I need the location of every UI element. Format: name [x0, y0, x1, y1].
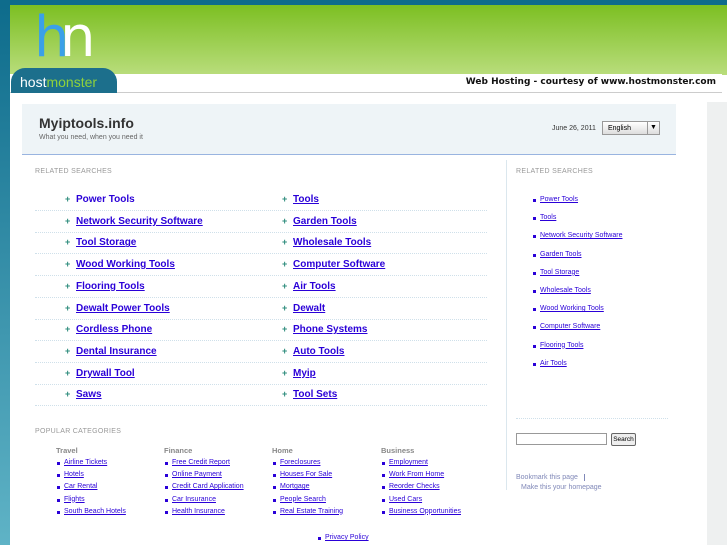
related-link[interactable]: Flooring Tools [65, 281, 145, 292]
related-link[interactable]: Network Security Software [65, 216, 203, 227]
category-link[interactable]: Car Insurance [165, 496, 216, 503]
chevron-down-icon: ▼ [647, 122, 659, 134]
related-searches-label: RELATED SEARCHES [35, 168, 113, 175]
logo-m: n [60, 5, 96, 70]
page: h n Web Hosting - courtesy of www.hostmo… [10, 5, 727, 545]
sidebar-link[interactable]: Air Tools [533, 360, 567, 367]
category-link[interactable]: Car Rental [56, 483, 97, 490]
category-heading: Home [272, 446, 293, 455]
related-link[interactable]: Air Tools [282, 281, 335, 292]
related-link[interactable]: Tools [282, 194, 319, 205]
page-title: Myiptools.info [39, 115, 134, 131]
category-link[interactable]: Free Credit Report [165, 459, 230, 466]
related-link[interactable]: Myip [282, 368, 316, 379]
related-link[interactable]: Tool Storage [65, 237, 136, 248]
sidebar-link[interactable]: Tool Storage [532, 269, 579, 276]
category-heading: Finance [164, 446, 193, 455]
category-link[interactable]: People Search [273, 496, 326, 503]
related-row [35, 385, 487, 407]
related-link[interactable]: Dental Insurance [65, 346, 157, 357]
courtesy-text[interactable]: Web Hosting - courtesy of www.hostmonste… [466, 77, 716, 87]
sidebar-link[interactable]: Flooring Tools [532, 342, 583, 349]
right-strip [707, 102, 727, 545]
category-link[interactable]: Health Insurance [165, 508, 225, 515]
category-heading: Travel [56, 446, 78, 455]
search-input[interactable] [516, 433, 607, 445]
related-link[interactable]: Wood Working Tools [65, 259, 175, 270]
hostmonster-logo[interactable]: hostmonster [11, 68, 117, 93]
sidebar-link[interactable]: Wholesale Tools [533, 287, 591, 294]
category-heading: Business [381, 446, 415, 455]
privacy-policy-link[interactable]: Privacy Policy [318, 534, 369, 541]
sidebar-link[interactable]: Garden Tools [533, 251, 582, 258]
sidebar-link[interactable]: Network Security Software [532, 232, 622, 239]
related-link[interactable]: Dewalt [282, 303, 325, 314]
category-link[interactable]: Hotels [57, 471, 84, 478]
category-link[interactable]: Reorder Checks [382, 483, 440, 490]
related-link[interactable]: Wholesale Tools [282, 237, 371, 248]
homepage-link[interactable]: Make this your homepage [521, 484, 602, 491]
category-link[interactable]: Work From Home [381, 471, 444, 478]
search-button[interactable]: Search [611, 433, 636, 446]
related-link[interactable]: Power Tools [65, 194, 135, 205]
related-link[interactable]: Saws [65, 389, 101, 400]
category-link[interactable]: Business Opportunities [382, 508, 461, 515]
sidebar-link[interactable]: Computer Software [532, 323, 600, 330]
bookmark-link[interactable]: Bookmark this page [516, 474, 585, 481]
category-link[interactable]: Airline Tickets [56, 459, 107, 466]
site-header-panel: Myiptools.info What you need, when you n… [22, 104, 676, 155]
left-background-strip [0, 5, 10, 545]
tagline: What you need, when you need it [39, 134, 143, 141]
category-link[interactable]: Flights [57, 496, 85, 503]
related-link[interactable]: Cordless Phone [65, 324, 152, 335]
category-link[interactable]: Employment [382, 459, 428, 466]
sidebar-separator [516, 418, 668, 419]
related-link[interactable]: Drywall Tool [65, 368, 135, 379]
sidebar-link[interactable]: Tools [532, 214, 556, 221]
related-link[interactable]: Computer Software [282, 259, 385, 270]
category-link[interactable]: Mortgage [273, 483, 310, 490]
date: June 26, 2011 [552, 125, 596, 132]
sidebar-divider [506, 160, 507, 490]
related-link[interactable]: Dewalt Power Tools [65, 303, 170, 314]
category-link[interactable]: Online Payment [165, 471, 222, 478]
category-link[interactable]: Houses For Sale [272, 471, 332, 478]
related-link[interactable]: Tool Sets [282, 389, 337, 400]
related-link[interactable]: Garden Tools [282, 216, 357, 227]
category-link[interactable]: Credit Card Application [165, 483, 244, 490]
category-link[interactable]: Used Cars [381, 496, 422, 503]
category-link[interactable]: Foreclosures [272, 459, 320, 466]
language-select[interactable]: English ▼ [602, 121, 660, 135]
sidebar-label: RELATED SEARCHES [516, 168, 594, 175]
category-link[interactable]: South Beach Hotels [57, 508, 126, 515]
related-link[interactable]: Auto Tools [282, 346, 345, 357]
category-link[interactable]: Real Estate Training [272, 508, 343, 515]
sidebar-link[interactable]: Power Tools [532, 196, 578, 203]
sidebar-link[interactable]: Wood Working Tools [533, 305, 604, 312]
header-banner [10, 5, 727, 75]
related-link[interactable]: Phone Systems [282, 324, 368, 335]
popular-categories-label: POPULAR CATEGORIES [35, 428, 122, 435]
